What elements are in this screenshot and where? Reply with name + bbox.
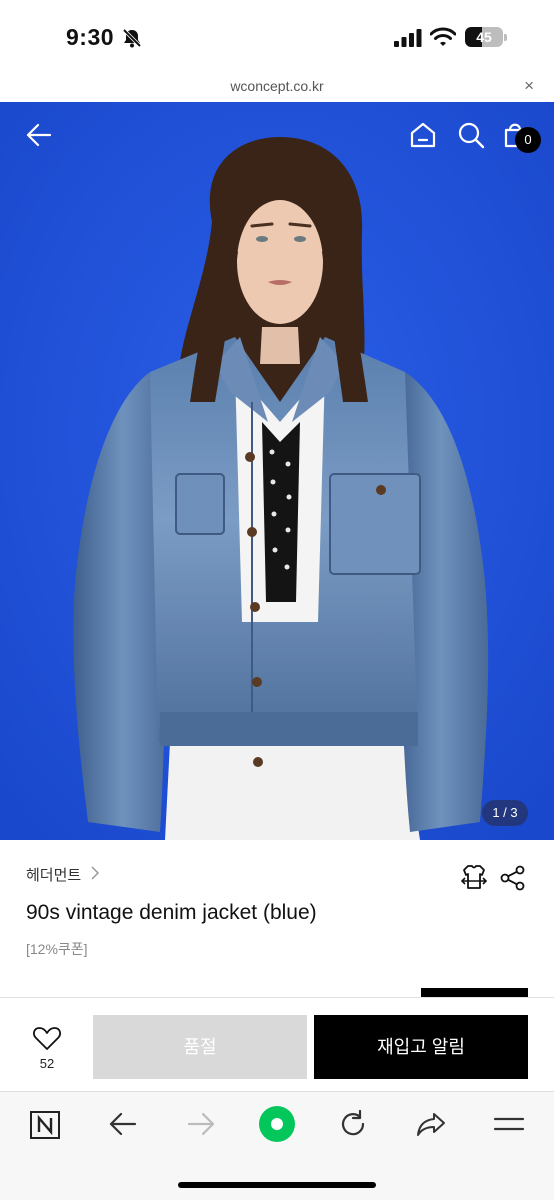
product-photo [0, 102, 554, 840]
signal-icon [394, 29, 422, 47]
close-icon[interactable]: × [524, 77, 534, 95]
like-count: 52 [39, 1056, 55, 1071]
floating-bar-edge [421, 988, 528, 997]
url-bar[interactable]: wconcept.co.kr × [0, 72, 554, 102]
coupon-label: [12%쿠폰] [26, 941, 88, 957]
size-guide-icon[interactable] [459, 862, 489, 892]
brand-link[interactable]: 헤더먼트 [26, 864, 81, 885]
product-title: 90s vintage denim jacket (blue) [26, 901, 317, 924]
back-arrow-icon[interactable] [24, 120, 54, 150]
battery-icon: 45 [465, 27, 507, 47]
wifi-icon [430, 27, 456, 46]
soldout-button[interactable]: 품절 [93, 1015, 307, 1079]
status-bar: 9:30 45 [0, 0, 554, 72]
image-counter: 1 / 3 [482, 800, 528, 826]
chevron-right-icon[interactable] [90, 866, 100, 880]
url-text[interactable]: wconcept.co.kr [0, 78, 554, 94]
home-indicator [178, 1182, 376, 1188]
green-dot-icon[interactable] [258, 1105, 296, 1143]
naver-n-icon[interactable] [28, 1107, 62, 1141]
product-image[interactable] [0, 102, 554, 840]
forward-icon[interactable] [184, 1107, 218, 1141]
home-icon[interactable] [408, 120, 438, 150]
back-icon[interactable] [106, 1107, 140, 1141]
heart-icon[interactable] [26, 1026, 68, 1052]
cart-count-badge: 0 [515, 127, 541, 153]
menu-icon[interactable] [492, 1107, 526, 1141]
share-icon[interactable] [499, 864, 527, 892]
search-icon[interactable] [456, 120, 486, 150]
bell-off-icon [122, 28, 142, 48]
battery-level: 45 [476, 29, 492, 45]
refresh-icon[interactable] [336, 1107, 370, 1141]
share-forward-icon[interactable] [414, 1107, 448, 1141]
restock-alert-button[interactable]: 재입고 알림 [314, 1015, 528, 1079]
status-time: 9:30 [66, 24, 115, 50]
